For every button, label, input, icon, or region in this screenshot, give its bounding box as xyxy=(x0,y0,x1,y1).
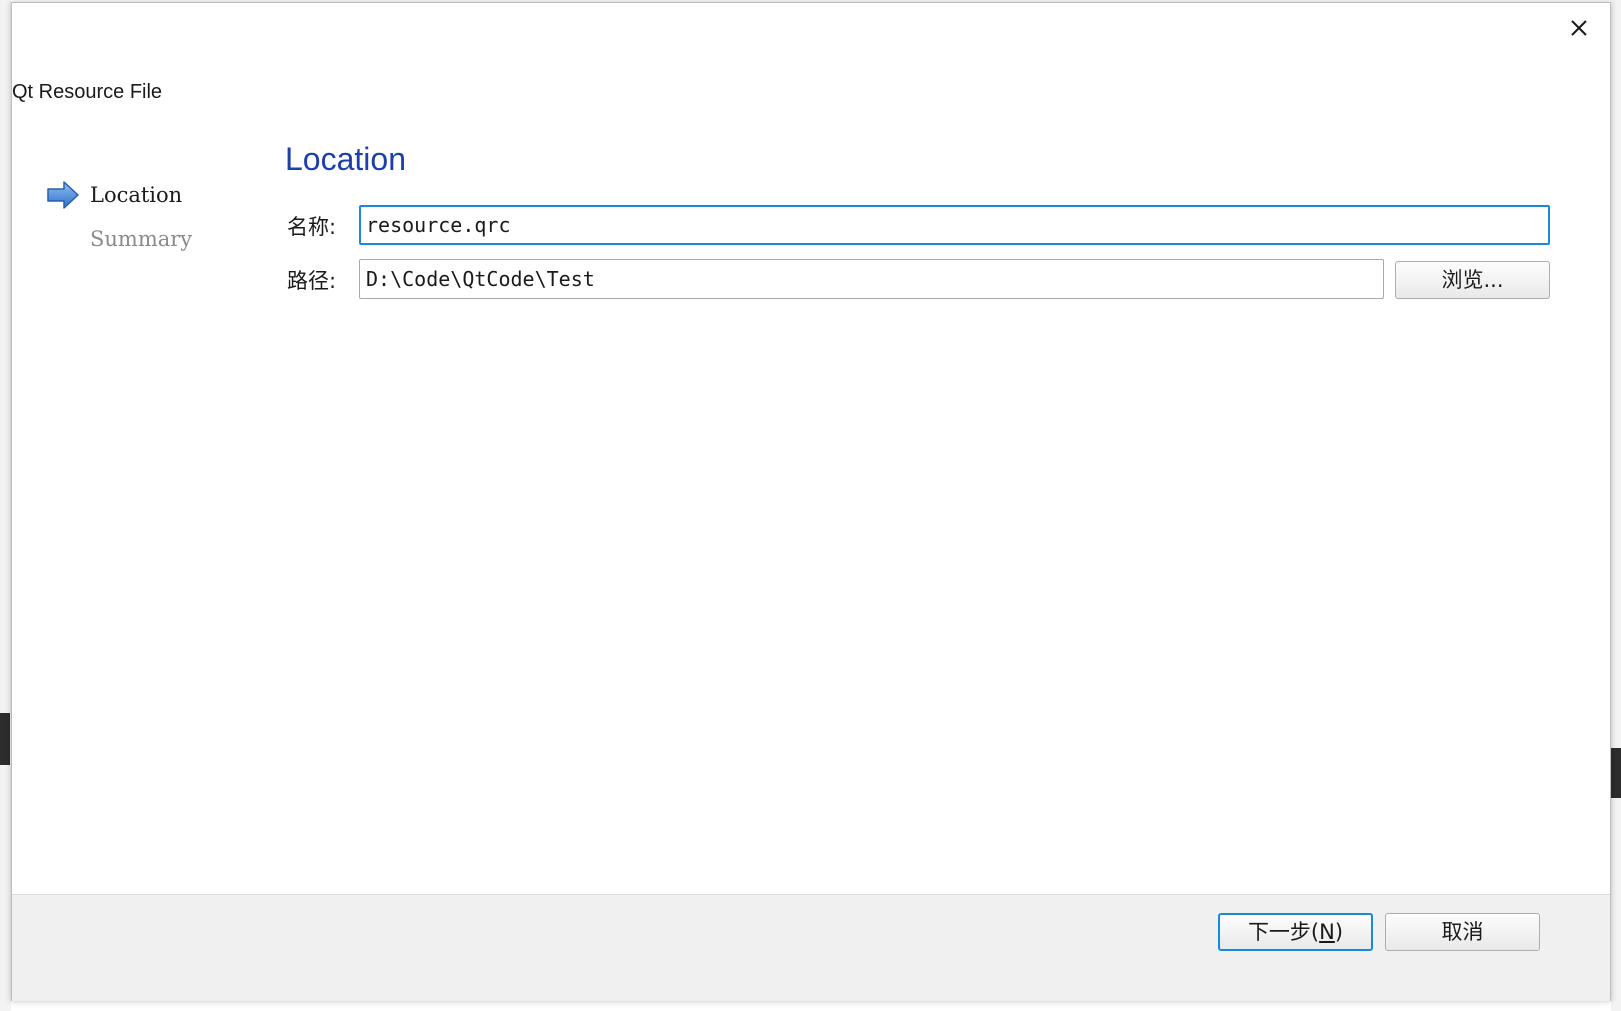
next-button[interactable]: 下一步(N) xyxy=(1218,913,1373,951)
close-button[interactable] xyxy=(1564,13,1594,43)
browse-button[interactable]: 浏览... xyxy=(1395,261,1550,299)
background-dark-panel-left xyxy=(0,713,10,765)
window-title: Qt Resource File xyxy=(12,81,163,103)
arrow-right-icon xyxy=(47,181,79,209)
cancel-button[interactable]: 取消 xyxy=(1385,913,1540,951)
step-label: Summary xyxy=(90,227,193,251)
background-dark-panel-right xyxy=(1611,748,1621,798)
next-label-suffix: ) xyxy=(1334,920,1344,944)
step-label: Location xyxy=(90,183,183,207)
background-window-edge-right xyxy=(1611,0,1621,1011)
next-mnemonic: N xyxy=(1319,920,1335,944)
step-location: Location xyxy=(46,173,266,217)
next-label-prefix: 下一步( xyxy=(1247,920,1320,944)
name-input[interactable]: resource.qrc xyxy=(359,205,1550,245)
wizard-footer: 下一步(N) 取消 xyxy=(12,894,1610,1001)
close-icon xyxy=(1571,20,1587,36)
wizard-steps: Location Summary xyxy=(46,173,266,261)
page-heading: Location xyxy=(285,141,406,177)
name-label: 名称: xyxy=(287,215,337,239)
step-summary: Summary xyxy=(46,217,266,261)
path-label: 路径: xyxy=(287,269,337,293)
path-input[interactable]: D:\Code\QtCode\Test xyxy=(359,259,1384,299)
new-file-wizard-dialog: Qt Resource File Location Summary Locati… xyxy=(11,2,1611,1001)
background-window-edge-left xyxy=(0,0,11,1011)
